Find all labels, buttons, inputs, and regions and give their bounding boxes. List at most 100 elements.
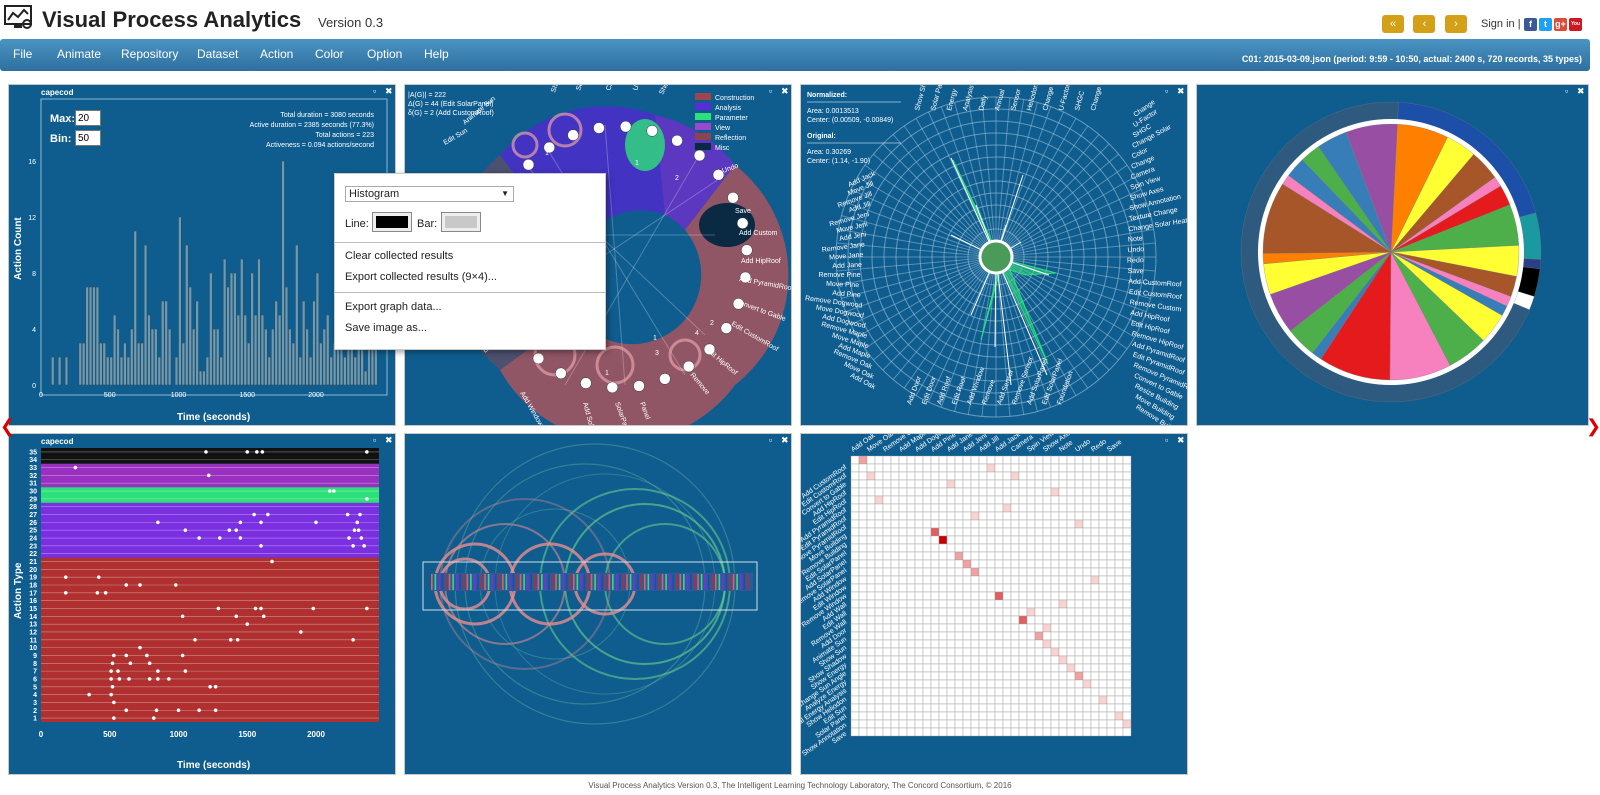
- normalized-center: Center: (0.00509, -0.00849): [807, 117, 893, 124]
- matrix-cell: [1122, 543, 1132, 553]
- previous-button[interactable]: ‹: [1413, 15, 1436, 33]
- matrix-cell: [874, 719, 884, 729]
- sequence-tick: [661, 574, 664, 590]
- matrix-cell: [954, 455, 964, 465]
- matrix-cell: [1018, 727, 1028, 737]
- next-button[interactable]: ›: [1444, 15, 1467, 33]
- histogram-bar: [298, 356, 302, 386]
- radial-label-top: SHGC: [1074, 90, 1086, 111]
- facebook-icon[interactable]: f: [1524, 18, 1537, 31]
- matrix-cell: [1122, 559, 1132, 569]
- matrix-cell: [890, 703, 900, 713]
- matrix-cell: [970, 639, 980, 649]
- menu-repository[interactable]: Repository: [121, 47, 178, 61]
- matrix-cell: [1042, 479, 1052, 489]
- twitter-icon[interactable]: t: [1539, 18, 1552, 31]
- matrix-cell: [1098, 711, 1108, 721]
- scroll-right-icon[interactable]: ❯: [1586, 416, 1600, 437]
- matrix-cell: [1042, 671, 1052, 681]
- sign-in-link[interactable]: Sign in |: [1481, 18, 1521, 30]
- scroll-left-icon[interactable]: ❮: [0, 416, 15, 437]
- matrix-cell: [1090, 703, 1100, 713]
- matrix-cell: [1090, 575, 1100, 585]
- matrix-cell: [930, 679, 940, 689]
- matrix-cell: [930, 583, 940, 593]
- timeline-point: [255, 450, 259, 454]
- line-color-button[interactable]: [372, 212, 412, 232]
- menu-animate[interactable]: Animate: [57, 47, 101, 61]
- matrix-cell: [994, 559, 1004, 569]
- x-tick-label: 500: [104, 392, 116, 399]
- matrix-cell: [1050, 463, 1060, 473]
- matrix-cell: [938, 559, 948, 569]
- export-graph-item[interactable]: Export graph data...: [345, 301, 442, 313]
- matrix-cell: [1114, 583, 1124, 593]
- matrix-cell: [1090, 615, 1100, 625]
- matrix-cell: [930, 615, 940, 625]
- matrix-cell: [946, 671, 956, 681]
- matrix-cell: [1034, 479, 1044, 489]
- clear-results-item[interactable]: Clear collected results: [345, 250, 453, 262]
- bar-color-button[interactable]: [441, 212, 481, 232]
- matrix-cell: [906, 535, 916, 545]
- x-tick-label: 500: [103, 730, 117, 739]
- menu-option[interactable]: Option: [367, 47, 402, 61]
- menu-color[interactable]: Color: [315, 47, 344, 61]
- sequence-tick: [743, 574, 745, 590]
- matrix-cell: [962, 575, 972, 585]
- matrix-cell: [850, 527, 860, 537]
- matrix-cell: [954, 535, 964, 545]
- matrix-cell: [1106, 623, 1116, 633]
- radial-stats: Normalized: Area: 0.0013513 Center: (0.0…: [807, 92, 901, 165]
- matrix-cell: [922, 591, 932, 601]
- matrix-top-label: Save: [1106, 439, 1123, 454]
- matrix-cell: [930, 551, 940, 561]
- matrix-cell: [970, 559, 980, 569]
- menu-dataset[interactable]: Dataset: [197, 47, 238, 61]
- matrix-cell: [970, 671, 980, 681]
- matrix-cell: [882, 511, 892, 521]
- matrix-cell: [914, 551, 924, 561]
- first-button[interactable]: «: [1382, 15, 1404, 33]
- matrix-cell: [1002, 679, 1012, 689]
- matrix-cell: [914, 455, 924, 465]
- matrix-cell: [1066, 647, 1076, 657]
- matrix-cell: [970, 583, 980, 593]
- matrix-cell: [938, 663, 948, 673]
- sequence-tick: [658, 574, 660, 590]
- graph-edge-count: 1: [605, 370, 609, 377]
- export-results-item[interactable]: Export collected results (9×4)...: [345, 271, 497, 283]
- bin-input[interactable]: [75, 130, 101, 146]
- matrix-cell: [1018, 495, 1028, 505]
- x-tick-label: 1500: [239, 392, 255, 399]
- matrix-cell: [986, 503, 996, 513]
- matrix-cell: [930, 455, 940, 465]
- menu-file[interactable]: File: [13, 47, 32, 61]
- matrix-cell: [1082, 583, 1092, 593]
- matrix-cell: [1106, 511, 1116, 521]
- matrix-cell: [1026, 671, 1036, 681]
- save-image-item[interactable]: Save image as...: [345, 322, 427, 334]
- max-input[interactable]: [75, 110, 101, 126]
- y-tick-label: 4: [32, 327, 36, 334]
- menu-help[interactable]: Help: [424, 47, 449, 61]
- matrix-cell: [890, 487, 900, 497]
- google-plus-icon[interactable]: g+: [1554, 18, 1567, 31]
- timeline-point: [365, 450, 369, 454]
- chart-type-select[interactable]: Histogram ▼: [345, 186, 514, 202]
- matrix-cell: [1074, 535, 1084, 545]
- youtube-icon[interactable]: You: [1569, 18, 1582, 31]
- matrix-cell: [898, 567, 908, 577]
- matrix-cell: [922, 583, 932, 593]
- matrix-cell: [1090, 727, 1100, 737]
- y-tick-label: 26: [29, 520, 37, 527]
- matrix-cell: [1002, 559, 1012, 569]
- matrix-cell: [1074, 687, 1084, 697]
- menu-action[interactable]: Action: [260, 47, 293, 61]
- matrix-cell: [930, 655, 940, 665]
- y-tick-label: 27: [29, 512, 37, 519]
- matrix-cell: [874, 607, 884, 617]
- matrix-cell: [858, 591, 868, 601]
- matrix-cell: [1098, 687, 1108, 697]
- y-tick-label: 8: [32, 271, 36, 278]
